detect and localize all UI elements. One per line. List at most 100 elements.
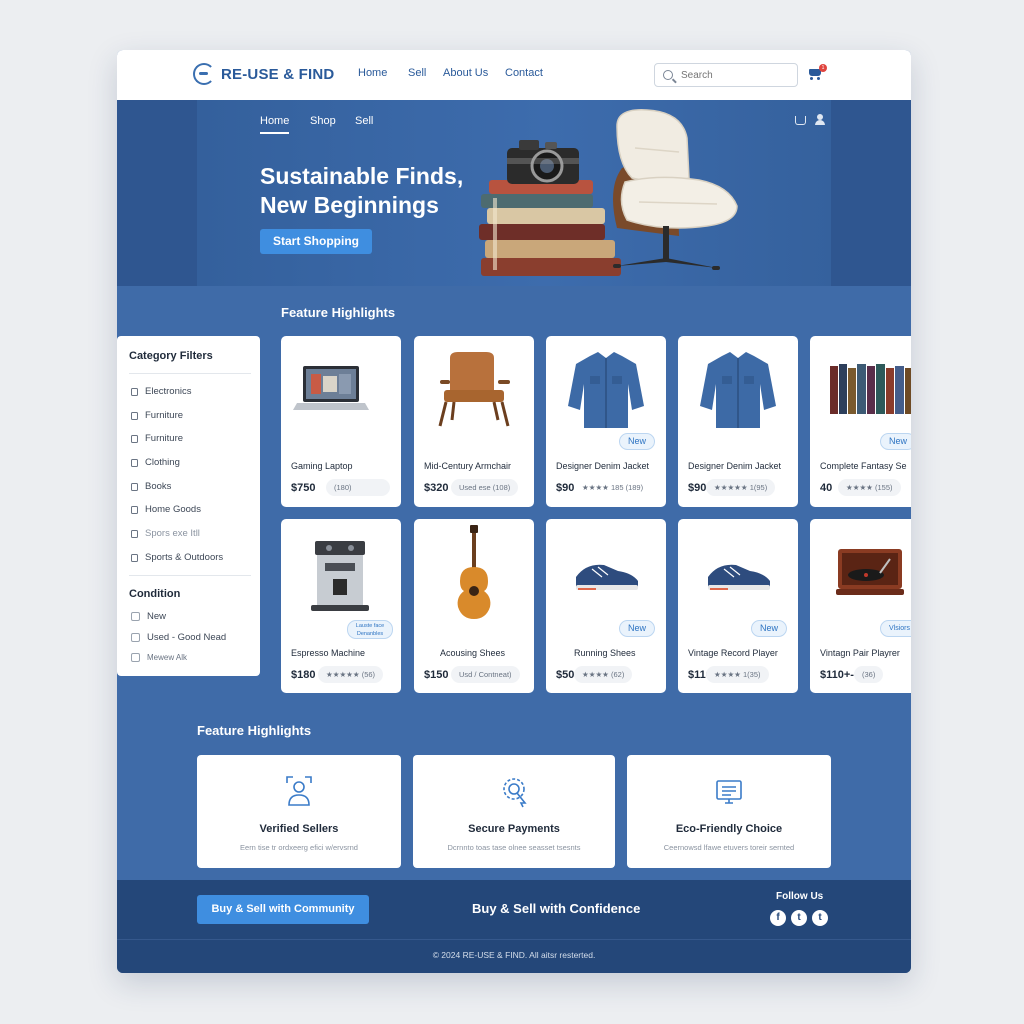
cart-count-badge: 1	[819, 64, 827, 72]
denim-jacket-icon	[568, 352, 644, 428]
laptop-icon	[293, 366, 369, 410]
product-card[interactable]: Gaming Laptop $750 (180)	[281, 336, 401, 507]
hero-banner: Home Shop Sell Sustainable Finds, New Be…	[117, 100, 911, 286]
filter-sports-outdoors[interactable]: Sports & Outdoors	[131, 552, 223, 563]
product-card[interactable]: New Complete Fantasy Se 40 ★★★★ (155)	[810, 336, 911, 507]
checkbox[interactable]	[131, 612, 140, 621]
book-icon	[131, 482, 138, 491]
product-card[interactable]: Vlsiors Vintagn Pair Playrer $110+- (36)	[810, 519, 911, 693]
cart-icon[interactable]	[795, 116, 806, 125]
filter-furniture-2[interactable]: Furniture	[131, 433, 183, 444]
armchair-icon	[438, 352, 510, 427]
features-section-title: Feature Highlights	[197, 723, 312, 738]
filter-label: Spors exe Itll	[145, 528, 200, 539]
product-price: $180	[291, 669, 316, 681]
product-card[interactable]: Mid-Century Armchair $320 Used ese (108)	[414, 336, 534, 507]
product-meta: ★★★★ 1(35)	[706, 666, 769, 683]
product-price: $50	[556, 669, 575, 681]
denim-jacket-icon	[700, 352, 776, 428]
products-section-title: Feature Highlights	[281, 305, 396, 320]
filter-sports[interactable]: Spors exe Itll	[131, 528, 200, 539]
product-meta: ★★★★ 185 (189)	[582, 483, 644, 492]
footer: Buy & Sell with Community Buy & Sell wit…	[117, 880, 911, 973]
product-price: $90	[688, 482, 707, 494]
product-card[interactable]: New Vintage Record Player $110 ★★★★ 1(35…	[678, 519, 798, 693]
checkbox[interactable]	[131, 653, 140, 662]
hero-tab-sell[interactable]: Sell	[355, 115, 373, 127]
condition-new[interactable]: New	[131, 611, 166, 622]
feature-title: Eco-Friendly Choice	[675, 823, 783, 835]
start-shopping-button[interactable]: Start Shopping	[260, 229, 372, 254]
product-meta: ★★★★★ (56)	[318, 666, 384, 683]
product-name: Complete Fantasy Se	[820, 461, 907, 471]
tent-icon	[131, 553, 138, 562]
cabinet-icon	[131, 434, 138, 443]
divider	[129, 373, 251, 374]
buy-sell-community-button[interactable]: Buy & Sell with Community	[197, 895, 369, 924]
filter-clothing[interactable]: Clothing	[131, 457, 180, 468]
feature-card-eco-friendly: Eco-Friendly Choice Ceernowsd lfawe etuv…	[627, 755, 831, 868]
condition-label: New	[147, 611, 167, 622]
hero-tab-shop[interactable]: Shop	[310, 115, 336, 127]
logo[interactable]: RE-USE & FIND	[193, 63, 334, 85]
hero-image	[479, 109, 738, 276]
logo-text: RE-USE & FIND	[221, 65, 335, 83]
copyright-text: © 2024 RE-USE & FIND. All aitsr resterte…	[432, 950, 596, 960]
espresso-machine-icon	[311, 541, 369, 611]
filter-books[interactable]: Books	[131, 481, 171, 492]
new-badge: New	[751, 620, 788, 637]
search-icon	[663, 70, 673, 80]
condition-other[interactable]: Mewew Alk	[131, 653, 187, 662]
new-badge: New	[880, 433, 911, 450]
nav-link-sell[interactable]: Sell	[408, 67, 426, 79]
running-shoe-icon	[576, 564, 638, 590]
product-card[interactable]: Designer Denim Jacket $90 ★★★★★ 1(95)	[678, 336, 798, 507]
twitter-icon[interactable]: t	[791, 910, 807, 926]
product-name: Mid-Century Armchair	[424, 461, 512, 471]
book-set-icon	[830, 364, 911, 414]
product-name: Running Shees	[574, 648, 636, 658]
filter-electronics[interactable]: Electronics	[131, 386, 191, 397]
nav-link-home[interactable]: Home	[358, 67, 387, 79]
user-icon[interactable]	[815, 114, 825, 125]
checkbox[interactable]	[131, 633, 140, 642]
verified-user-icon	[286, 776, 312, 806]
nav-link-contact[interactable]: Contact	[505, 67, 543, 79]
product-card[interactable]: Acousing Shees $150 Usd / Contneat)	[414, 519, 534, 693]
product-price: $750	[291, 482, 316, 494]
feature-card-secure-payments: Secure Payments Dcrnnto toas tase olnee …	[413, 755, 615, 868]
facebook-icon[interactable]: f	[770, 910, 786, 926]
feature-desc: Dcrnnto toas tase olnee seasset tsesnts	[447, 843, 581, 852]
hero-icons	[795, 114, 825, 125]
condition-used-good[interactable]: Used - Good Nead	[131, 632, 226, 643]
product-meta: ★★★★★ 1(95)	[706, 479, 776, 496]
product-price: $320	[424, 482, 449, 494]
product-meta: ★★★★ (62)	[574, 666, 633, 683]
feature-title: Verified Sellers	[259, 823, 339, 835]
filter-label: Sports & Outdoors	[145, 552, 224, 563]
product-card[interactable]: Lauste face Denanbles Espresso Machine $…	[281, 519, 401, 693]
filter-label: Home Goods	[145, 504, 201, 515]
nav-link-about-us[interactable]: About Us	[443, 67, 488, 79]
search-input[interactable]	[681, 69, 781, 81]
product-card[interactable]: New Running Shees $50 ★★★★ (62)	[546, 519, 666, 693]
condition-label: Mewew Alk	[147, 653, 188, 662]
filter-label: Electronics	[145, 386, 192, 397]
hero-tab-home[interactable]: Home	[260, 115, 290, 134]
top-navigation-bar: RE-USE & FIND Home Sell About Us Contact…	[117, 50, 911, 100]
product-meta: Usd / Contneat)	[451, 666, 520, 683]
promo-badge: Lauste face Denanbles	[347, 620, 393, 639]
hero-panel: Home Shop Sell Sustainable Finds, New Be…	[197, 100, 831, 286]
category-filters-title: Category Filters	[129, 350, 213, 362]
filter-home-goods[interactable]: Home Goods	[131, 504, 201, 515]
running-shoe-icon	[708, 564, 770, 590]
twitter-icon[interactable]: t	[812, 910, 828, 926]
filter-label: Books	[145, 481, 172, 492]
condition-label: Used - Good Nead	[147, 632, 227, 643]
search-box[interactable]	[654, 63, 798, 87]
home-icon	[131, 505, 138, 514]
device-icon	[131, 387, 138, 396]
filter-furniture[interactable]: Furniture	[131, 410, 183, 421]
product-card[interactable]: New Designer Denim Jacket $90 ★★★★ 185 (…	[546, 336, 666, 507]
new-badge: New	[619, 433, 656, 450]
